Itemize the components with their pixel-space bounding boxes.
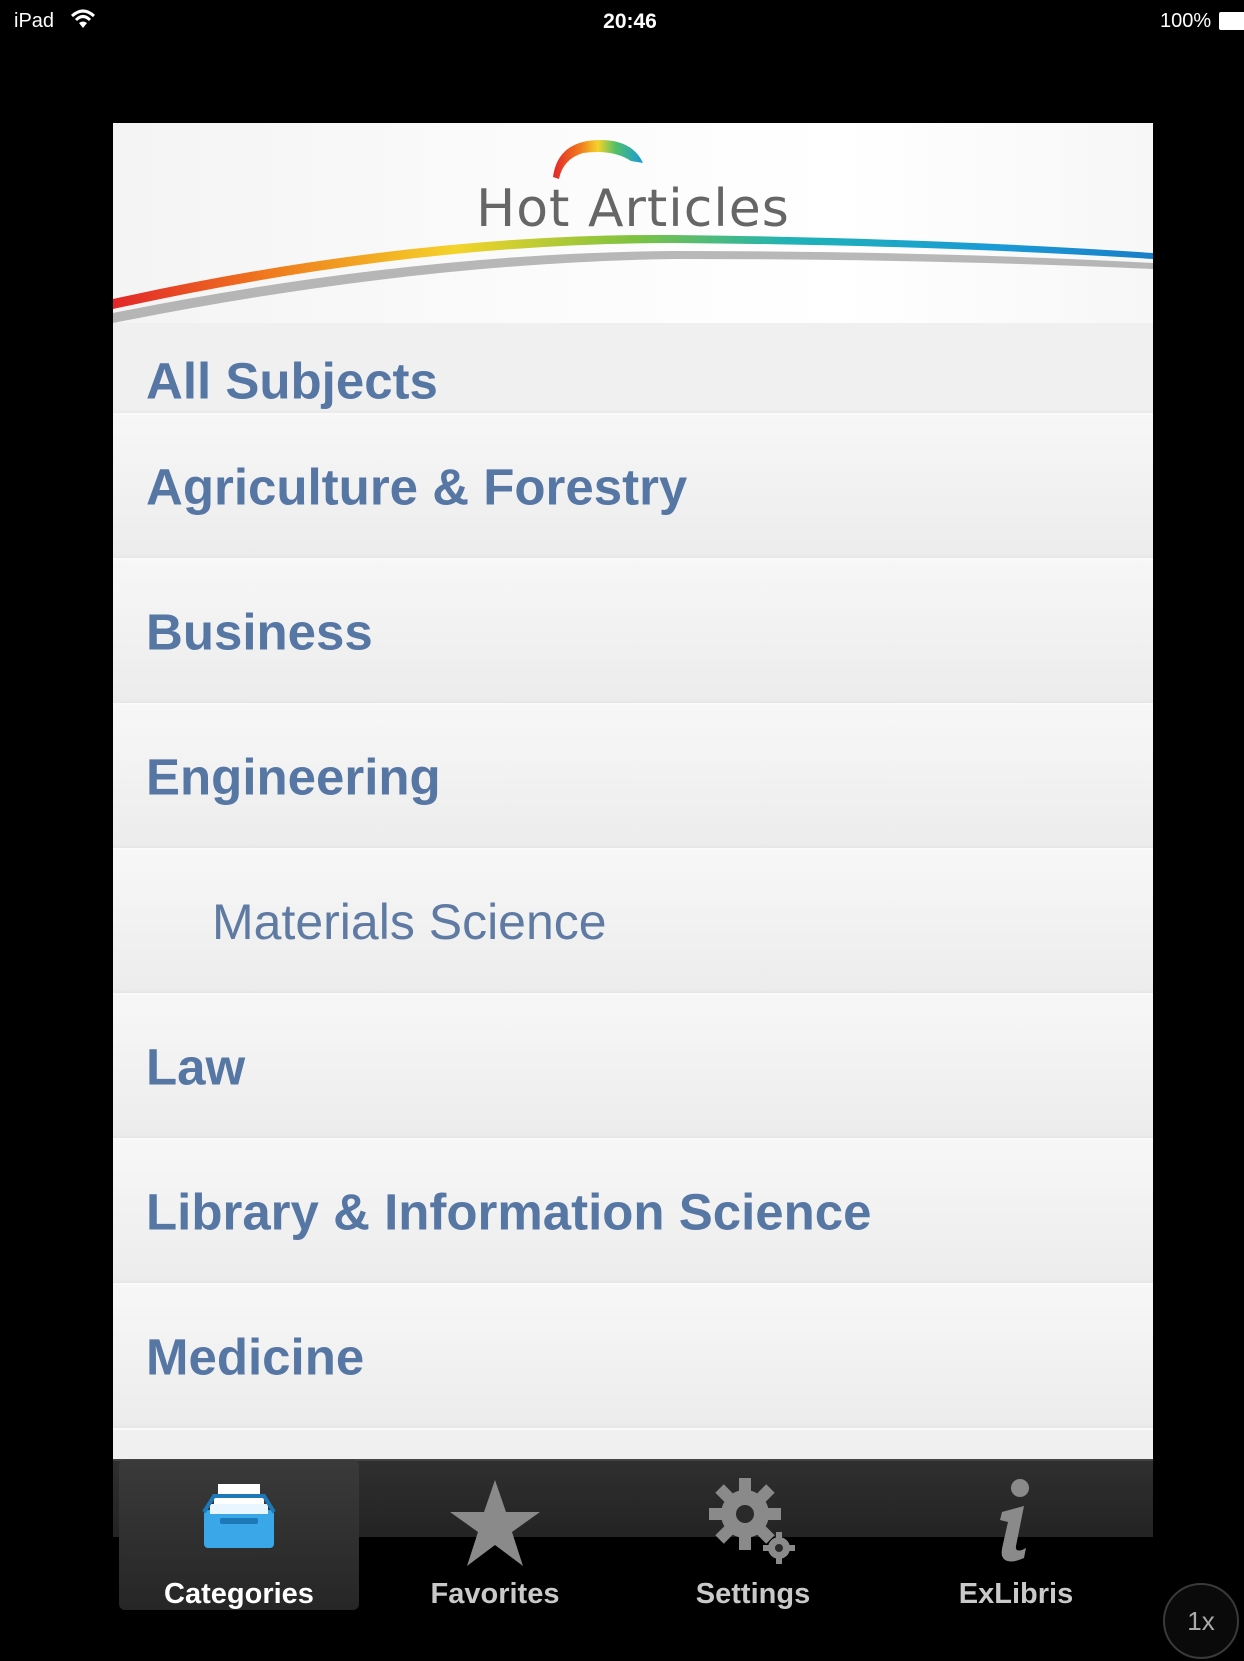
tray-icon (119, 1474, 359, 1552)
category-label: Law (146, 1038, 246, 1095)
tab-label: Favorites (430, 1578, 560, 1610)
app-window: Hot Articles All Subjects Agriculture & … (113, 123, 1153, 1537)
category-row-business[interactable]: Business (113, 560, 1153, 705)
battery-icon (1219, 12, 1244, 30)
category-row-law[interactable]: Law (113, 995, 1153, 1140)
category-row-agriculture-forestry[interactable]: Agriculture & Forestry (113, 415, 1153, 560)
status-time: 20:46 (603, 10, 657, 33)
category-row-medicine[interactable]: Medicine (113, 1285, 1153, 1430)
tab-label: Settings (695, 1578, 811, 1610)
tab-categories[interactable]: Categories (119, 1460, 359, 1610)
category-row-materials-science[interactable]: Materials Science (113, 850, 1153, 995)
info-icon (896, 1474, 1136, 1570)
status-bar: iPad 20:46 100% (0, 0, 1244, 44)
tab-label: ExLibris (958, 1578, 1074, 1610)
category-list: All Subjects Agriculture & Forestry Busi… (113, 323, 1153, 1430)
tab-settings[interactable]: Settings (633, 1460, 873, 1610)
app-title: Hot Articles (476, 179, 790, 239)
tab-bar-items: Categories Favorites Settings ExLibris (113, 1460, 1153, 1610)
category-label: Library & Information Science (146, 1183, 872, 1240)
category-label: Agriculture & Forestry (146, 458, 688, 515)
category-row-library-information-science[interactable]: Library & Information Science (113, 1140, 1153, 1285)
tab-exlibris[interactable]: ExLibris (896, 1460, 1136, 1610)
category-label: All Subjects (146, 352, 438, 410)
app-header: Hot Articles (113, 123, 1153, 323)
zoom-button[interactable]: 1x (1163, 1583, 1239, 1659)
tab-favorites[interactable]: Favorites (375, 1460, 615, 1610)
category-row-all-subjects[interactable]: All Subjects (113, 323, 1153, 415)
gear-icon (633, 1474, 873, 1570)
category-label: Engineering (146, 748, 441, 805)
battery-percent: 100% (1160, 10, 1212, 32)
tab-label: Categories (164, 1578, 314, 1610)
subcategory-label: Materials Science (212, 893, 607, 950)
star-icon (375, 1474, 615, 1570)
category-label: Business (146, 603, 373, 660)
category-row-engineering[interactable]: Engineering (113, 705, 1153, 850)
category-label: Medicine (146, 1328, 365, 1385)
